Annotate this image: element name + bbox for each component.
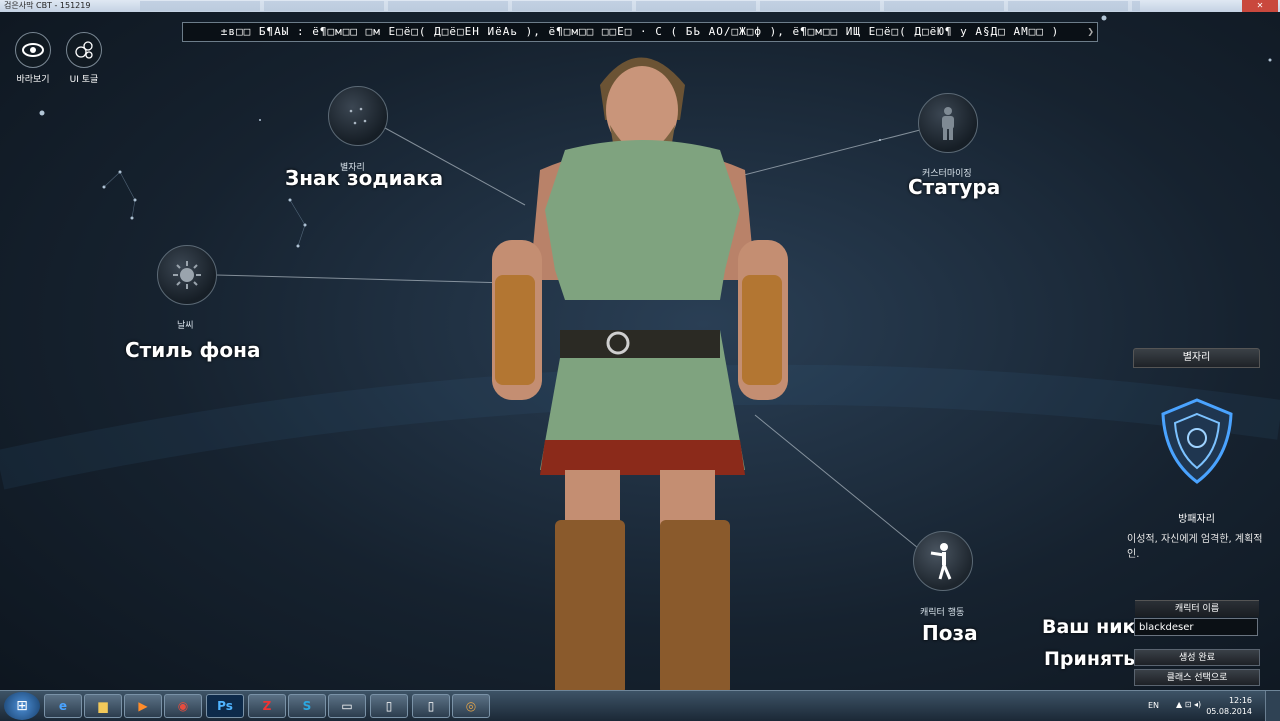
constellation-line — [103, 171, 121, 188]
pose-node[interactable] — [913, 531, 973, 591]
accept-label: Принять — [1044, 648, 1136, 670]
pose-title: Поза — [922, 621, 978, 645]
star — [1268, 58, 1272, 62]
terminal-icon[interactable]: ▭ — [328, 694, 366, 718]
eye-icon — [15, 32, 51, 68]
create-complete-button[interactable]: 생성 완료 — [1134, 649, 1260, 666]
look-at-button[interactable]: 바라보기 — [15, 32, 51, 85]
zodiac-node[interactable] — [328, 86, 388, 146]
language-indicator[interactable]: EN — [1148, 701, 1159, 710]
nick-label: Ваш ник — [1042, 616, 1136, 638]
constellation-star — [359, 107, 363, 111]
figure-arm — [930, 551, 945, 557]
character-model[interactable] — [470, 30, 810, 695]
bracer — [742, 275, 782, 385]
stature-node[interactable] — [918, 93, 978, 153]
sun-ray — [193, 281, 198, 286]
bubble — [85, 51, 93, 59]
clock-date: 05.08.2014 — [1206, 707, 1252, 716]
shield-outer — [1160, 398, 1233, 484]
figure-head — [940, 543, 948, 551]
eye-pupil — [30, 47, 36, 53]
filezilla-icon[interactable]: Z — [248, 694, 286, 718]
sun-core — [180, 268, 194, 282]
photoshop-label: Ps — [217, 699, 233, 713]
folder-icon[interactable]: ▆ — [84, 694, 122, 718]
chevron-right-icon[interactable]: ❯ — [1087, 23, 1095, 41]
start-button[interactable]: ⊞ — [4, 692, 40, 720]
ui-toggle-button[interactable]: UI 토글 — [66, 32, 102, 85]
character-name-input[interactable] — [1134, 618, 1258, 636]
constellation-line — [289, 199, 306, 226]
constellation-icon — [328, 86, 388, 146]
tray-icons[interactable]: ▲ ⊡ ◂) — [1176, 700, 1201, 709]
tunic — [545, 140, 740, 300]
system-tray: EN ▲ ⊡ ◂) 12:16 05.08.2014 — [1140, 691, 1280, 721]
window-icon[interactable]: ▯ — [370, 694, 408, 718]
zodiac-sign-name: 방패자리 — [1178, 514, 1215, 525]
constellation-line — [297, 224, 306, 247]
clock-time: 12:16 — [1228, 696, 1252, 705]
constellation-star — [353, 121, 357, 125]
person-body — [942, 116, 954, 129]
person-head — [944, 107, 952, 115]
bubble — [83, 41, 93, 51]
background-style-node[interactable] — [157, 245, 217, 305]
photoshop-icon[interactable]: Ps — [206, 694, 244, 718]
figure-leg — [942, 564, 952, 580]
windows-taskbar: ⊞ e ▆ ▶ ◉ Ps Z S ▭ ▯ ▯ ◎ EN ▲ ⊡ ◂) 12:16… — [0, 690, 1280, 721]
sun-ray — [193, 264, 198, 269]
star — [259, 119, 261, 121]
chrome-icon[interactable]: ◉ — [164, 694, 202, 718]
show-desktop-button[interactable] — [1265, 691, 1280, 721]
pointing-person-icon — [913, 531, 973, 591]
windows-logo-icon: ⊞ — [16, 698, 28, 714]
shield-emblem-icon — [1157, 396, 1237, 486]
person-leg — [943, 128, 947, 140]
sun-ray — [176, 264, 181, 269]
zodiac-description: 이성적, 자신에게 엄격한, 계획적인. — [1127, 534, 1263, 560]
constellation-line — [131, 199, 136, 219]
window-icon[interactable]: ▯ — [412, 694, 450, 718]
boot — [660, 520, 730, 695]
zodiac-panel-header: 별자리 — [1133, 348, 1260, 368]
star — [39, 110, 45, 116]
background-small-label: 날씨 — [177, 321, 194, 331]
bubbles-icon — [66, 32, 102, 68]
media-player-icon[interactable]: ▶ — [124, 694, 162, 718]
pose-small-label: 캐릭터 행동 — [920, 608, 965, 618]
boot — [555, 520, 625, 695]
skype-icon[interactable]: S — [288, 694, 326, 718]
zodiac-panel: 별자리 방패자리 — [1133, 348, 1260, 563]
constellation-line — [119, 171, 136, 201]
bracer — [495, 275, 535, 385]
sun-icon — [157, 245, 217, 305]
class-select-button[interactable]: 클래스 선택으로 — [1134, 669, 1260, 686]
zodiac-title: Знак зодиака — [285, 166, 444, 190]
clock[interactable]: 12:16 05.08.2014 — [1206, 695, 1252, 717]
constellation-star — [349, 109, 353, 113]
character-name-header: 캐릭터 이름 — [1135, 600, 1259, 617]
sun-ray — [176, 281, 181, 286]
background-connector-line — [215, 274, 511, 284]
stature-title: Статура — [908, 175, 1001, 199]
ui-toggle-label: UI 토글 — [69, 75, 99, 85]
skirt-hem — [540, 440, 745, 475]
game-icon[interactable]: ◎ — [452, 694, 490, 718]
person-icon — [918, 93, 978, 153]
belt — [560, 330, 720, 358]
constellation-star — [363, 119, 367, 123]
person-leg — [949, 128, 953, 140]
star — [1101, 15, 1107, 21]
look-at-label: 바라보기 — [16, 75, 50, 85]
background-title: Стиль фона — [125, 338, 261, 362]
ie-icon[interactable]: e — [44, 694, 82, 718]
